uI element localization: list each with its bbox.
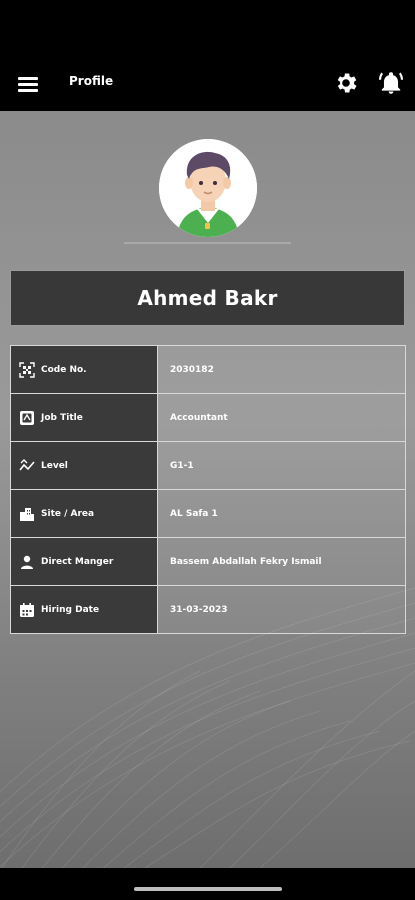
page-title: Profile [69,74,114,88]
profile-screen: Profile Ahmed Bakr Code No. 2030182 Job … [0,0,415,900]
detail-row-hiring-date: Hiring Date 31-03-2023 [11,586,405,633]
employee-name: Ahmed Bakr [137,286,278,310]
gear-icon[interactable] [333,70,359,96]
detail-label-cell: Code No. [11,346,158,393]
hamburger-menu-icon[interactable] [16,72,40,96]
detail-label-cell: Level [11,442,158,489]
detail-value: Accountant [158,394,405,441]
detail-row-level: Level G1-1 [11,442,405,490]
home-indicator[interactable] [134,887,282,891]
app-bar: Profile [0,58,415,111]
system-navigation-bar [0,868,415,900]
detail-value: Bassem Abdallah Fekry Ismail [158,538,405,585]
name-banner: Ahmed Bakr [10,270,405,326]
avatar-divider [124,242,291,244]
detail-value: AL Safa 1 [158,490,405,537]
detail-row-site-area: Site / Area AL Safa 1 [11,490,405,538]
detail-row-job-title: Job Title Accountant [11,394,405,442]
detail-label-cell: Job Title [11,394,158,441]
qr-code-icon [19,361,35,378]
buildings-icon [20,507,34,521]
bell-alert-icon[interactable] [378,70,404,96]
detail-label-cell: Hiring Date [11,586,158,633]
detail-label-cell: Direct Manger [11,538,158,585]
badge-id-icon [20,410,34,425]
user-avatar-illustration [159,139,257,237]
profile-content: Ahmed Bakr Code No. 2030182 Job Title Ac… [0,111,415,868]
avatar [159,139,257,237]
status-bar [0,0,415,58]
detail-value: 2030182 [158,346,405,393]
detail-value: 31-03-2023 [158,586,405,633]
calendar-icon [20,602,34,617]
employee-details-table: Code No. 2030182 Job Title Accountant Le… [10,345,406,634]
detail-value: G1-1 [158,442,405,489]
detail-label-cell: Site / Area [11,490,158,537]
trend-chart-icon [19,458,35,470]
detail-row-direct-manager: Direct Manger Bassem Abdallah Fekry Isma… [11,538,405,586]
detail-row-code: Code No. 2030182 [11,346,405,394]
person-icon [21,555,33,569]
